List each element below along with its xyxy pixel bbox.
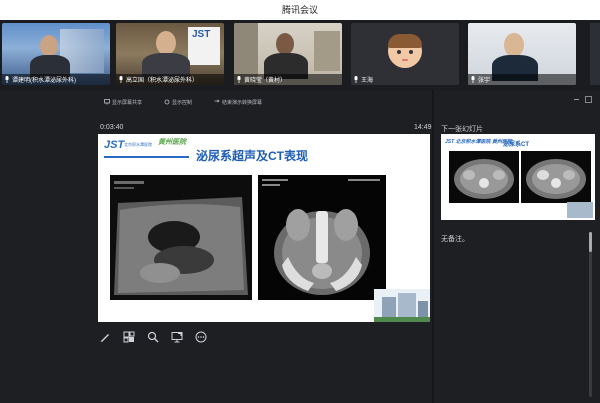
settings-icon bbox=[164, 99, 170, 105]
microphone-icon bbox=[119, 76, 123, 83]
presenter-tools bbox=[98, 330, 208, 344]
divider bbox=[104, 156, 189, 158]
next-slide-preview[interactable]: JST 北京积水潭医院 黄州医院 泌尿系CT bbox=[441, 134, 595, 220]
avatar bbox=[388, 34, 422, 68]
participant-tile[interactable]: JST 高立国（积水潭泌尿外科） bbox=[116, 23, 224, 85]
pen-icon[interactable] bbox=[98, 330, 112, 344]
more-options-icon[interactable] bbox=[194, 330, 208, 344]
ct-scan-image bbox=[521, 151, 591, 203]
toolbar-item[interactable]: 显示控制 bbox=[164, 99, 192, 106]
participant-name: 张宇 bbox=[478, 78, 491, 84]
participant-name-bar: 黄晓莹（黄村） bbox=[234, 74, 342, 85]
window-title: 腾讯会议 bbox=[0, 0, 600, 20]
share-toolbar: 显示屏幕共享 显示控制 结束演示转换屏幕 bbox=[98, 96, 444, 108]
participant-gallery: 谭建明(积水潭泌尿外科) JST 高立国（积水潭泌尿外科） 黄晓莹（黄村） 王海… bbox=[0, 20, 600, 90]
window-controls bbox=[574, 96, 592, 103]
clock: 14:49 bbox=[414, 124, 432, 131]
participant-tile[interactable]: 张宇 bbox=[468, 23, 576, 85]
ct-scan-image bbox=[449, 151, 519, 203]
microphone-icon bbox=[5, 76, 9, 83]
pane-splitter[interactable] bbox=[432, 90, 434, 403]
toolbar-item[interactable]: 显示屏幕共享 bbox=[104, 99, 142, 106]
hospital-logo: JST bbox=[104, 139, 125, 151]
participant-name-bar: 张宇 bbox=[468, 74, 576, 85]
slides-grid-icon[interactable] bbox=[122, 330, 136, 344]
slide-title: 泌尿系超声及CT表现 bbox=[196, 149, 308, 163]
participant-tile[interactable]: 黄晓莹（黄村） bbox=[234, 23, 342, 85]
participant-name-bar: 高立国（积水潭泌尿外科） bbox=[116, 74, 224, 85]
zoom-icon[interactable] bbox=[146, 330, 160, 344]
participant-name-bar: 王海 bbox=[351, 74, 459, 85]
hospital-logo: JST 北京积水潭医院 黄州医院 bbox=[445, 139, 512, 145]
participant-tile[interactable]: 谭建明(积水潭泌尿外科) bbox=[2, 23, 110, 85]
participant-tile[interactable]: 王海 bbox=[351, 23, 459, 85]
ct-scan-image bbox=[258, 175, 386, 300]
participant-name: 谭建明(积水潭泌尿外科) bbox=[12, 78, 76, 84]
display-icon bbox=[104, 99, 110, 105]
restore-icon[interactable] bbox=[585, 96, 592, 103]
microphone-icon bbox=[237, 76, 241, 83]
notes-scrollbar[interactable] bbox=[589, 232, 592, 397]
microphone-icon bbox=[471, 76, 475, 83]
hospital-logo-cn: 黄州医院 bbox=[158, 139, 186, 146]
notes-scrollbar-thumb[interactable] bbox=[589, 232, 592, 252]
participant-name: 王海 bbox=[361, 78, 374, 84]
participant-name: 黄晓莹（黄村） bbox=[244, 78, 287, 84]
swap-icon bbox=[214, 99, 220, 103]
hospital-building-image bbox=[567, 202, 593, 218]
ultrasound-image bbox=[110, 175, 252, 300]
gallery-overflow-tile[interactable] bbox=[590, 23, 600, 85]
elapsed-timer: 0:03:40 bbox=[100, 124, 124, 131]
notes-text: 无备注。 bbox=[441, 236, 469, 243]
speaker-notes[interactable]: 无备注。 bbox=[441, 230, 593, 400]
toolbar-item[interactable]: 结束演示转换屏幕 bbox=[214, 99, 262, 106]
presenter-view: 显示屏幕共享 显示控制 结束演示转换屏幕 0:03:40 14:49 下一张幻灯… bbox=[0, 90, 600, 403]
screen-present-icon[interactable] bbox=[170, 330, 184, 344]
hospital-logo-subtitle: 北京积水潭医院 bbox=[124, 142, 152, 147]
next-slide-title: 泌尿系CT bbox=[503, 142, 529, 148]
minimize-icon[interactable] bbox=[574, 96, 579, 100]
next-slide-label: 下一张幻灯片 bbox=[441, 126, 483, 133]
hospital-building-image bbox=[374, 289, 430, 322]
current-slide[interactable]: JST 北京积水潭医院 黄州医院 泌尿系超声及CT表现 bbox=[98, 134, 430, 322]
participant-name-bar: 谭建明(积水潭泌尿外科) bbox=[2, 74, 110, 85]
participant-name: 高立国（积水潭泌尿外科） bbox=[126, 78, 199, 84]
microphone-icon bbox=[354, 76, 358, 83]
